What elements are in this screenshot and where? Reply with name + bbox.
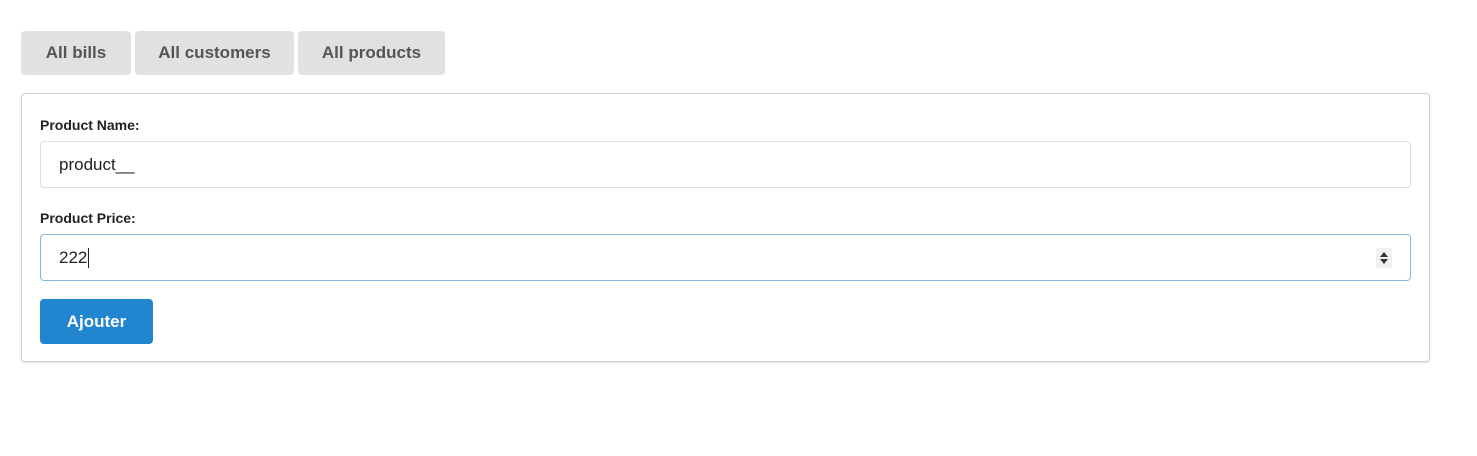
product-price-label: Product Price:: [40, 210, 136, 226]
spinner-down-icon[interactable]: [1380, 259, 1388, 264]
nav-button-all-products[interactable]: All products: [298, 31, 445, 75]
add-product-button[interactable]: Ajouter: [40, 299, 153, 344]
nav-bar: All bills All customers All products: [21, 31, 445, 75]
spinner-up-icon[interactable]: [1380, 252, 1388, 257]
product-name-value: product__: [59, 154, 135, 174]
number-spinner[interactable]: [1376, 248, 1392, 268]
nav-button-all-bills[interactable]: All bills: [21, 31, 131, 75]
product-name-input[interactable]: product__: [40, 141, 1411, 188]
product-price-input[interactable]: 222: [40, 234, 1411, 281]
text-caret: [88, 247, 90, 268]
product-price-value: 222: [59, 247, 88, 267]
product-form-card: Product Name: product__ Product Price: 2…: [21, 93, 1430, 362]
nav-button-all-customers[interactable]: All customers: [135, 31, 294, 75]
product-name-label: Product Name:: [40, 117, 140, 133]
